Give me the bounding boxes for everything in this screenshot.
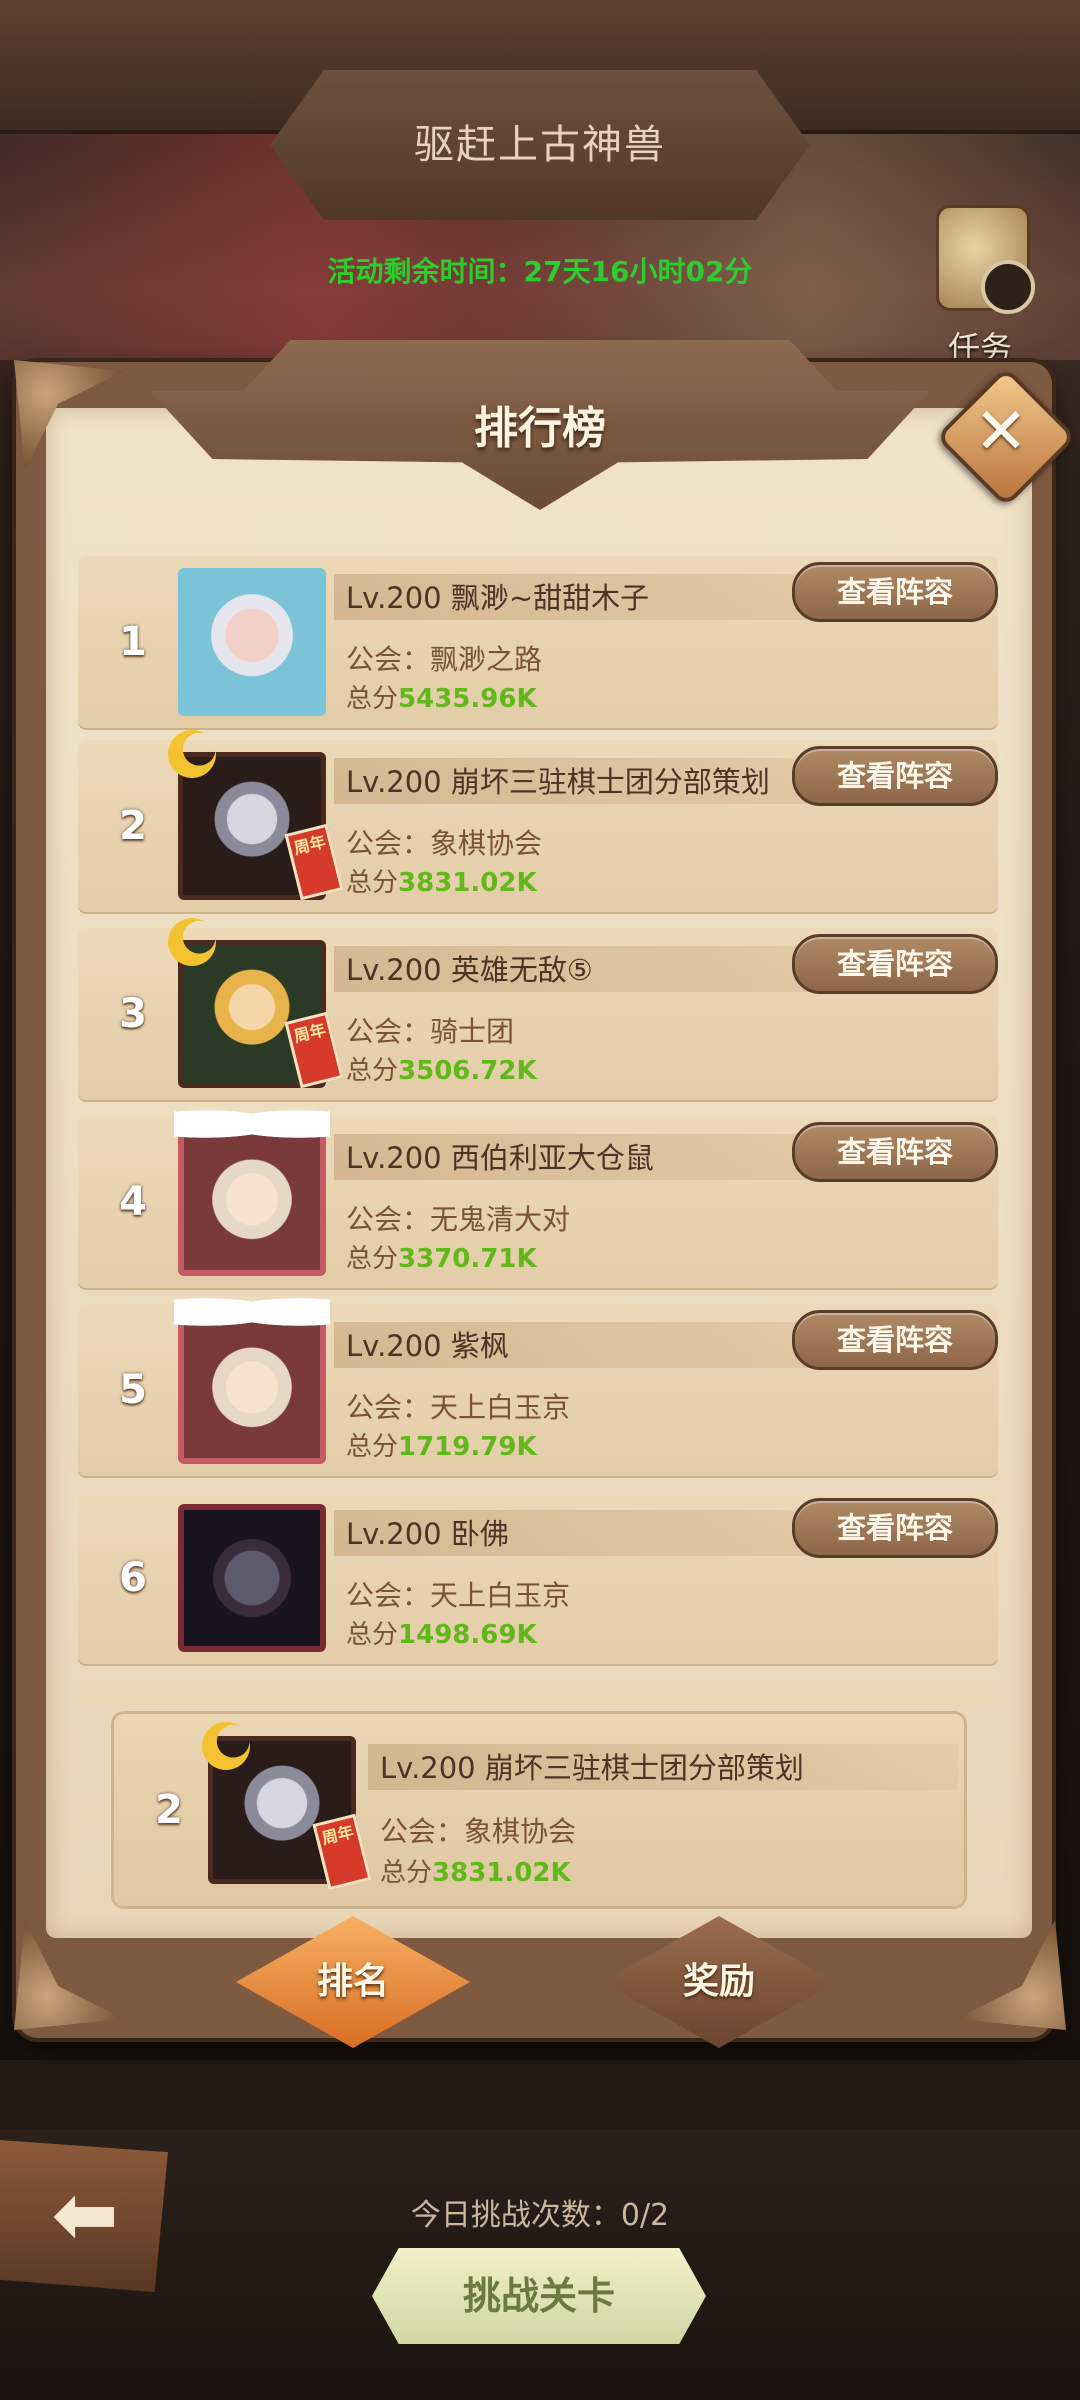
leaderboard-title: 排行榜 bbox=[474, 403, 606, 454]
view-lineup-button[interactable]: 查看阵容 bbox=[792, 746, 998, 806]
score-label: 总分 bbox=[380, 1858, 433, 1888]
tab-reward-label[interactable]: 奖励 bbox=[602, 1916, 836, 2048]
player-score: 总分1498.69K bbox=[346, 1614, 537, 1651]
score-value: 1498.69K bbox=[398, 1620, 537, 1650]
player-guild: 公会：象棋协会 bbox=[346, 827, 543, 860]
close-icon[interactable]: ✕ bbox=[942, 373, 1060, 491]
moon-badge-icon bbox=[202, 1722, 250, 1770]
view-lineup-button[interactable]: 查看阵容 bbox=[792, 1310, 998, 1370]
event-title: 驱赶上古神兽 bbox=[414, 122, 666, 168]
quest-button[interactable]: 任务 bbox=[920, 205, 1040, 370]
view-lineup-button[interactable]: 查看阵容 bbox=[792, 1498, 998, 1558]
score-label: 总分 bbox=[346, 1620, 399, 1650]
back-arrow-icon[interactable]: ⬅ bbox=[10, 2160, 160, 2270]
my-rank-row: 2 周年 Lv.200 崩坏三驻棋士团分部策划 公会：象棋协会 总分3831.0… bbox=[114, 1714, 964, 1906]
score-label: 总分 bbox=[346, 1056, 399, 1086]
player-name: Lv.200 英雄无敌⑤ bbox=[346, 953, 593, 987]
score-label: 总分 bbox=[346, 1432, 399, 1462]
tab-rank-label[interactable]: 排名 bbox=[236, 1916, 470, 2048]
player-name: Lv.200 卧佛 bbox=[346, 1517, 509, 1551]
leaderboard-row: 5 Lv.200 紫枫 公会：天上白玉京 总分1719.79K 查看阵容 bbox=[78, 1288, 998, 1476]
score-value: 3831.02K bbox=[398, 868, 537, 898]
player-avatar[interactable] bbox=[178, 568, 326, 716]
timer-label: 活动剩余时间： bbox=[327, 255, 524, 288]
leaderboard-row: 4 Lv.200 西伯利亚大仓鼠 公会：无鬼清大对 总分3370.71K 查看阵… bbox=[78, 1100, 998, 1288]
score-label: 总分 bbox=[346, 1244, 399, 1274]
score-label: 总分 bbox=[346, 684, 399, 714]
my-score: 总分3831.02K bbox=[380, 1852, 571, 1889]
score-value: 3370.71K bbox=[398, 1244, 537, 1274]
player-score: 总分3831.02K bbox=[346, 862, 537, 899]
score-label: 总分 bbox=[346, 868, 399, 898]
player-avatar[interactable] bbox=[178, 1316, 326, 1464]
score-value: 3831.02K bbox=[432, 1858, 571, 1888]
my-name: Lv.200 崩坏三驻棋士团分部策划 bbox=[380, 1751, 804, 1785]
rank-number: 5 bbox=[119, 1367, 147, 1413]
player-avatar[interactable] bbox=[178, 1504, 326, 1652]
event-timer: 活动剩余时间：27天16小时02分 bbox=[0, 250, 1080, 290]
leaderboard-list[interactable]: 1 Lv.200 飘渺~甜甜木子 公会：飘渺之路 总分5435.96K 查看阵容… bbox=[78, 556, 998, 1706]
leaderboard-row: 2 周年 Lv.200 崩坏三驻棋士团分部策划 公会：象棋协会 总分3831.0… bbox=[78, 730, 998, 912]
score-value: 5435.96K bbox=[398, 684, 537, 714]
leaderboard-row: 1 Lv.200 飘渺~甜甜木子 公会：飘渺之路 总分5435.96K 查看阵容 bbox=[78, 556, 998, 728]
leaderboard-row: 6 Lv.200 卧佛 公会：天上白玉京 总分1498.69K 查看阵容 bbox=[78, 1492, 998, 1664]
timer-value: 27天16小时02分 bbox=[523, 255, 753, 288]
player-score: 总分3370.71K bbox=[346, 1238, 537, 1275]
my-guild: 公会：象棋协会 bbox=[380, 1815, 577, 1848]
wings-frame-icon bbox=[174, 1288, 330, 1328]
player-score: 总分3506.72K bbox=[346, 1050, 537, 1087]
player-score: 总分5435.96K bbox=[346, 678, 537, 715]
player-name: Lv.200 西伯利亚大仓鼠 bbox=[346, 1141, 654, 1175]
view-lineup-button[interactable]: 查看阵容 bbox=[792, 1122, 998, 1182]
player-guild: 公会：飘渺之路 bbox=[346, 643, 543, 676]
scroll-clock-icon bbox=[936, 205, 1035, 314]
leaderboard-row: 3 周年 Lv.200 英雄无敌⑤ 公会：骑士团 总分3506.72K 查看阵容 bbox=[78, 918, 998, 1100]
score-value: 1719.79K bbox=[398, 1432, 537, 1462]
player-guild: 公会：天上白玉京 bbox=[346, 1391, 571, 1424]
moon-badge-icon bbox=[168, 730, 216, 778]
leaderboard-row-partial bbox=[78, 1680, 998, 1706]
rank-number: 6 bbox=[119, 1555, 147, 1601]
score-value: 3506.72K bbox=[398, 1056, 537, 1086]
rank-number: 4 bbox=[119, 1179, 147, 1225]
player-score: 总分1719.79K bbox=[346, 1426, 537, 1463]
player-name: Lv.200 崩坏三驻棋士团分部策划 bbox=[346, 765, 770, 799]
player-name: Lv.200 紫枫 bbox=[346, 1329, 509, 1363]
player-avatar[interactable] bbox=[178, 1128, 326, 1276]
view-lineup-button[interactable]: 查看阵容 bbox=[792, 934, 998, 994]
wings-frame-icon bbox=[174, 1100, 330, 1140]
rank-number: 1 bbox=[119, 619, 147, 665]
challenge-button-label[interactable]: 挑战关卡 bbox=[372, 2248, 706, 2344]
player-guild: 公会：天上白玉京 bbox=[346, 1579, 571, 1612]
moon-badge-icon bbox=[168, 918, 216, 966]
player-guild: 公会：无鬼清大对 bbox=[346, 1203, 571, 1236]
player-guild: 公会：骑士团 bbox=[346, 1015, 515, 1048]
player-name: Lv.200 飘渺~甜甜木子 bbox=[346, 581, 650, 615]
view-lineup-button[interactable]: 查看阵容 bbox=[792, 562, 998, 622]
